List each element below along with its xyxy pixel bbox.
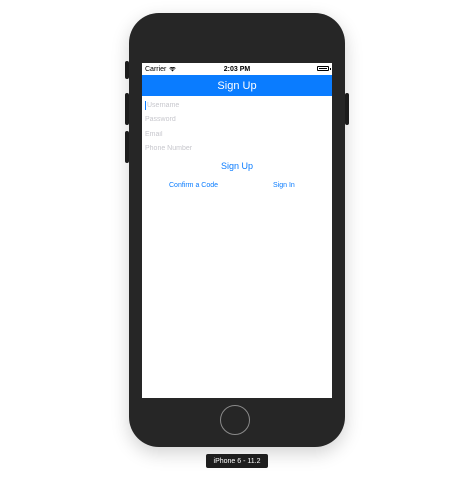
battery-fill <box>319 68 327 69</box>
signup-form: Sign Up Confirm a Code Sign In <box>142 96 332 196</box>
password-field-row <box>145 113 329 128</box>
battery-tip <box>330 68 331 70</box>
status-bar: Carrier 2:03 PM <box>142 63 332 75</box>
volume-down-button <box>125 131 129 163</box>
email-input[interactable] <box>145 130 329 138</box>
navigation-bar: Sign Up <box>142 75 332 96</box>
device-frame: Carrier 2:03 PM Sign Up Username Email P… <box>125 13 349 447</box>
volume-up-button <box>125 93 129 125</box>
secondary-links: Confirm a Code Sign In <box>145 182 329 196</box>
email-field-row <box>145 127 329 142</box>
mute-switch <box>125 61 129 79</box>
username-field-row <box>145 98 329 113</box>
battery-icon <box>317 66 331 71</box>
nav-title: Sign Up <box>217 79 257 92</box>
password-input[interactable] <box>145 116 329 124</box>
confirm-code-button[interactable]: Confirm a Code <box>169 182 218 189</box>
phone-number-input[interactable] <box>145 145 329 153</box>
text-caret <box>145 101 146 110</box>
status-time: 2:03 PM <box>223 65 251 73</box>
sign-in-button[interactable]: Sign In <box>273 182 295 189</box>
power-button <box>345 93 349 125</box>
device-label: iPhone 6 - 11.2 <box>206 454 268 468</box>
phone-field-row <box>145 142 329 157</box>
username-input[interactable] <box>145 101 329 109</box>
home-button[interactable] <box>220 405 250 435</box>
simulator-stage: Carrier 2:03 PM Sign Up Username Email P… <box>0 0 474 484</box>
sign-up-button[interactable]: Sign Up <box>207 160 267 172</box>
app-screen: Carrier 2:03 PM Sign Up Username Email P… <box>142 63 332 398</box>
